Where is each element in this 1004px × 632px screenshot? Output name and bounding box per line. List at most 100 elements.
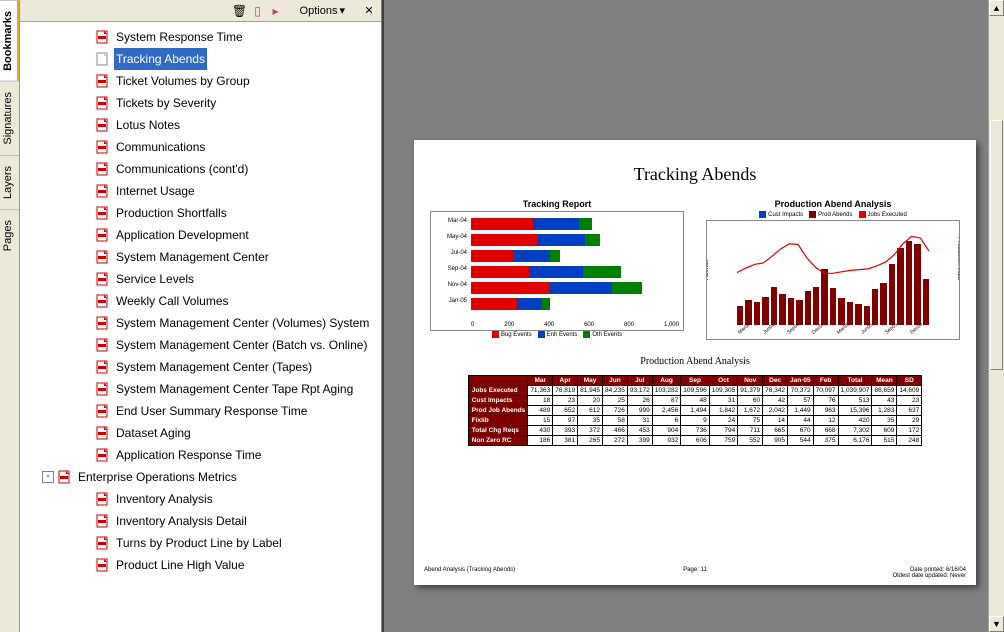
scroll-thumb[interactable] [990, 120, 1003, 370]
table-header-cell: Nov [738, 376, 763, 386]
bookmark-item[interactable]: Ticket Volumes by Group [20, 70, 381, 92]
table-row-head: Fixlib [468, 416, 528, 426]
chart1-x-axis: 02004006008001,000 [471, 322, 679, 328]
page-bookmark-icon [96, 52, 110, 66]
table-cell: 2,042 [763, 406, 788, 416]
table-cell: 265 [578, 436, 603, 446]
bookmark-item[interactable]: System Management Center (Volumes) Syste… [20, 312, 381, 334]
bookmark-item[interactable]: Service Levels [20, 268, 381, 290]
pdf-bookmark-icon [96, 96, 110, 110]
table-cell: 1,449 [788, 406, 814, 416]
bookmark-item[interactable]: Application Development [20, 224, 381, 246]
table-cell: 652 [553, 406, 578, 416]
bookmark-label: Communications [114, 136, 207, 158]
table-row: Jobs Executed71,36376,81981,94584,23593,… [468, 386, 922, 396]
bookmark-item[interactable]: Lotus Notes [20, 114, 381, 136]
bookmark-item[interactable]: Weekly Call Volumes [20, 290, 381, 312]
bookmark-item[interactable]: System Response Time [20, 26, 381, 48]
bookmark-item[interactable]: -Enterprise Operations Metrics [20, 466, 381, 488]
table-cell: 466 [602, 426, 627, 436]
bookmark-item[interactable]: Communications [20, 136, 381, 158]
table-cell: 272 [602, 436, 627, 446]
bookmark-item[interactable]: Application Response Time [20, 444, 381, 466]
bookmark-item[interactable]: Communications (cont'd) [20, 158, 381, 180]
bookmark-label: Internet Usage [114, 180, 197, 202]
table-cell: 606 [681, 436, 710, 446]
bookmark-item[interactable]: Product Line High Value [20, 554, 381, 576]
table-cell: 1,672 [738, 406, 763, 416]
bookmark-label: Production Shortfalls [114, 202, 229, 224]
pdf-bookmark-icon [96, 492, 110, 506]
bookmark-label: System Management Center (Batch vs. Onli… [114, 334, 369, 356]
table-cell: 759 [709, 436, 738, 446]
side-tab-pages[interactable]: Pages [0, 209, 19, 261]
table-cell: 84,235 [602, 386, 627, 396]
bookmark-item[interactable]: Tickets by Severity [20, 92, 381, 114]
bookmark-item[interactable]: System Management Center Tape Rpt Aging [20, 378, 381, 400]
expand-bookmark-icon[interactable]: ▸ [268, 3, 284, 19]
table-cell: 15,396 [838, 406, 872, 416]
table-cell: 14 [763, 416, 788, 426]
table-cell: 430 [528, 426, 553, 436]
table-row: Non Zero RC18638126527239993260675955290… [468, 436, 922, 446]
side-tab-bookmarks[interactable]: Bookmarks [0, 0, 19, 81]
pdf-bookmark-icon [96, 74, 110, 88]
chart2-legend-item: Cust Impacts [759, 211, 803, 218]
chart1-bar-segment [471, 298, 517, 310]
chart1-category-label: Sep-04 [433, 266, 469, 278]
pdf-bookmark-icon [96, 514, 110, 528]
bookmark-item[interactable]: End User Summary Response Time [20, 400, 381, 422]
table-header-row: MarAprMayJunJulAugSepOctNovDecJan-05FebT… [468, 376, 922, 386]
table-cell: 963 [813, 406, 838, 416]
close-pane-button[interactable]: ✕ [361, 3, 377, 19]
table-cell: 48 [681, 396, 710, 406]
table-header-cell: Jul [627, 376, 652, 386]
pdf-bookmark-icon [96, 162, 110, 176]
page-title: Tracking Abends [414, 164, 976, 185]
table-cell: 552 [738, 436, 763, 446]
bookmark-item[interactable]: System Management Center (Batch vs. Onli… [20, 334, 381, 356]
chart1-bar-row [471, 298, 679, 310]
pdf-bookmark-icon [96, 140, 110, 154]
document-viewport[interactable]: Tracking Abends Tracking Report Mar-04Ma… [382, 0, 1004, 632]
bookmarks-tree[interactable]: System Response TimeTracking AbendsTicke… [20, 22, 381, 632]
pdf-bookmark-icon [96, 426, 110, 440]
scroll-down-button[interactable]: ▼ [989, 616, 1004, 632]
chart1-category-label: Nov-04 [433, 282, 469, 294]
bookmark-item[interactable]: Tracking Abends [20, 48, 381, 70]
new-bookmark-icon[interactable]: ▯ [250, 3, 266, 19]
table-cell: 1,283 [872, 406, 897, 416]
vertical-scrollbar[interactable]: ▲ ▼ [988, 0, 1004, 632]
table-header-cell: Jun [602, 376, 627, 386]
side-tab-layers[interactable]: Layers [0, 155, 19, 209]
bookmark-item[interactable]: Production Shortfalls [20, 202, 381, 224]
bookmark-label: End User Summary Response Time [114, 400, 309, 422]
chart2-line [737, 229, 929, 325]
chart1-plot-area: Mar-04May-04Jul-04Sep-04Nov-04Jan-050200… [430, 211, 684, 331]
options-label: Options [300, 5, 338, 17]
footer-page-number: Page: 11 [424, 567, 966, 573]
scroll-up-button[interactable]: ▲ [989, 0, 1004, 16]
table-row: Prod Job Abends4896526127269992,4561,494… [468, 406, 922, 416]
bookmark-item[interactable]: System Management Center (Tapes) [20, 356, 381, 378]
table-cell: 381 [553, 436, 578, 446]
table-cell: 9 [681, 416, 710, 426]
bookmark-item[interactable]: System Management Center [20, 246, 381, 268]
options-menu[interactable]: Options ▾ [296, 4, 349, 17]
bookmark-item[interactable]: Inventory Analysis [20, 488, 381, 510]
chart2-legend-item: Jobs Executed [859, 211, 907, 218]
bookmark-item[interactable]: Inventory Analysis Detail [20, 510, 381, 532]
pdf-bookmark-icon [96, 294, 110, 308]
table-cell: 86,659 [872, 386, 897, 396]
table-section-title: Production Abend Analysis [414, 356, 976, 367]
expander-icon[interactable]: - [42, 471, 54, 483]
pdf-bookmark-icon [96, 272, 110, 286]
bookmark-item[interactable]: Dataset Aging [20, 422, 381, 444]
table-header-cell: Aug [652, 376, 681, 386]
footer-date-updated: Oldest date updated: Never [893, 573, 966, 579]
trash-icon[interactable]: 🗑 [232, 3, 248, 19]
table-cell: 43 [872, 396, 897, 406]
bookmark-item[interactable]: Turns by Product Line by Label [20, 532, 381, 554]
bookmark-item[interactable]: Internet Usage [20, 180, 381, 202]
side-tab-signatures[interactable]: Signatures [0, 81, 19, 155]
